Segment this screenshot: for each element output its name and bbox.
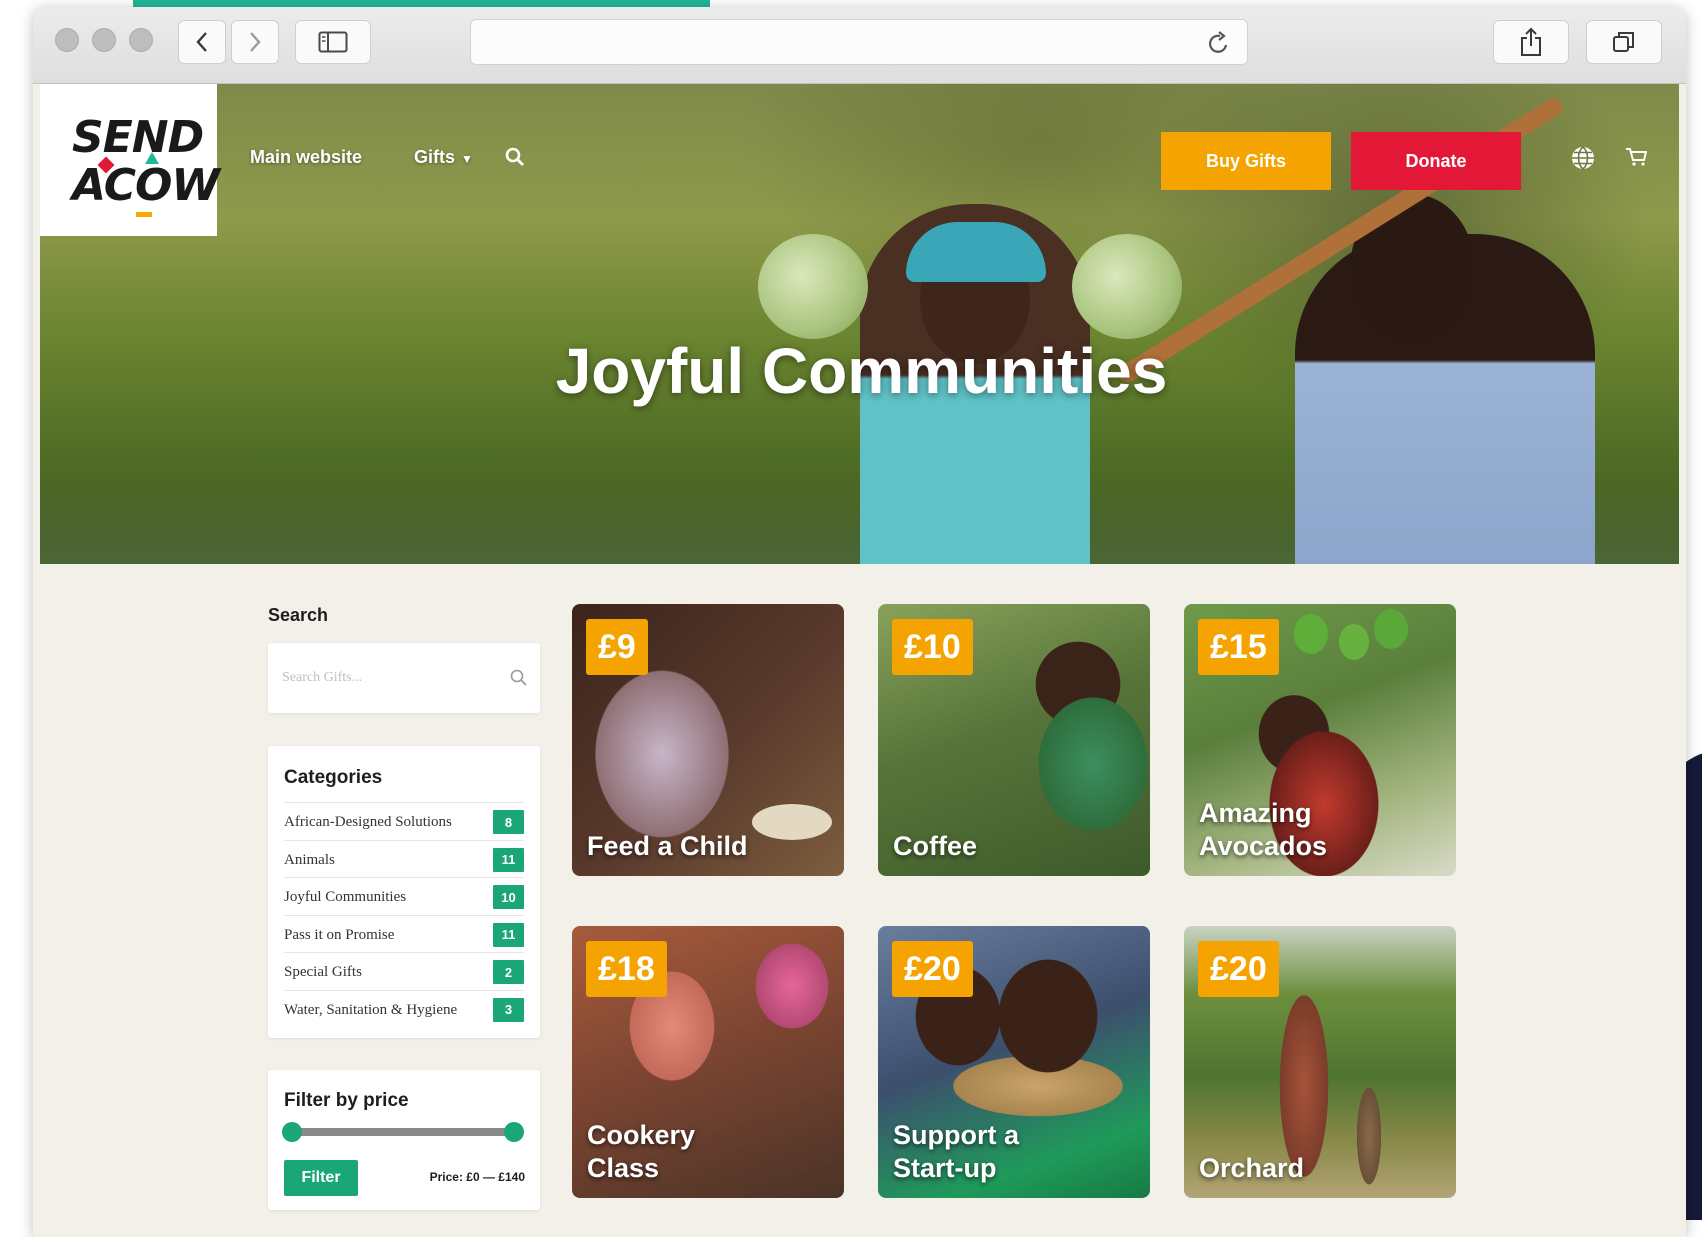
- gift-name: Amazing Avocados: [1199, 798, 1328, 861]
- forward-button[interactable]: [231, 20, 279, 64]
- gift-name: Cookery Class: [587, 1120, 696, 1183]
- gift-price-badge: £20: [892, 941, 973, 997]
- sidebar-toggle-button[interactable]: [295, 20, 371, 64]
- category-count-badge: 2: [493, 960, 524, 984]
- category-item[interactable]: Joyful Communities 10: [284, 877, 524, 915]
- reload-icon[interactable]: [1207, 30, 1231, 56]
- price-slider-min-handle[interactable]: [282, 1122, 302, 1142]
- buy-gifts-button[interactable]: Buy Gifts: [1161, 132, 1331, 190]
- gift-tile[interactable]: £15 Amazing Avocados: [1184, 604, 1456, 876]
- price-filter-card: Filter by price Filter Price: £0 — £140: [268, 1070, 540, 1210]
- gift-price-badge: £10: [892, 619, 973, 675]
- gift-tile[interactable]: £20 Support a Start-up: [878, 926, 1150, 1198]
- tabs-icon: [1613, 32, 1634, 52]
- gift-price-badge: £9: [586, 619, 648, 675]
- price-slider-max-handle[interactable]: [504, 1122, 524, 1142]
- category-count-badge: 8: [493, 810, 524, 834]
- categories-card: Categories African-Designed Solutions 8 An…: [268, 746, 540, 1038]
- decorative-teal-strip: [133, 0, 710, 7]
- nav-main-website[interactable]: Main website: [250, 147, 362, 168]
- gift-price-badge: £15: [1198, 619, 1279, 675]
- share-button[interactable]: [1493, 20, 1569, 64]
- browser-toolbar: [33, 7, 1686, 84]
- logo-green-triangle: [145, 152, 159, 164]
- chevron-left-icon: [196, 32, 207, 52]
- browser-window: SEND ACOW Main website Gifts ▼ Buy Gifts …: [33, 7, 1686, 1237]
- gift-price-badge: £18: [586, 941, 667, 997]
- category-name: Pass it on Promise: [284, 926, 395, 943]
- filter-button[interactable]: Filter: [284, 1160, 358, 1196]
- search-icon[interactable]: [510, 669, 528, 687]
- chevron-right-icon: [250, 32, 261, 52]
- site-logo[interactable]: SEND ACOW: [40, 84, 220, 236]
- category-item[interactable]: African-Designed Solutions 8: [284, 802, 524, 840]
- category-count-badge: 10: [493, 885, 524, 909]
- search-label: Search: [268, 605, 329, 625]
- hero-cabbage-right: [1072, 234, 1182, 339]
- tabs-button[interactable]: [1586, 20, 1662, 64]
- category-count-badge: 3: [493, 997, 524, 1022]
- logo-yellow-bar: [136, 212, 152, 217]
- donate-button[interactable]: Donate: [1351, 132, 1521, 190]
- category-name: African-Designed Solutions: [284, 814, 452, 830]
- hero-banner: SEND ACOW Main website Gifts ▼ Buy Gifts …: [40, 84, 1679, 564]
- category-item[interactable]: Pass it on Promise 11: [284, 914, 524, 953]
- gift-name: Coffee: [893, 830, 978, 861]
- close-window-button[interactable]: [55, 28, 79, 52]
- search-input[interactable]: [282, 665, 502, 691]
- cart-icon[interactable]: [1625, 147, 1647, 167]
- category-name: Water, Sanitation & Hygiene: [284, 1001, 458, 1018]
- address-bar[interactable]: [470, 19, 1248, 65]
- category-name: Animals: [284, 851, 335, 868]
- gift-name: Support a Start-up: [893, 1120, 1019, 1183]
- share-icon: [1521, 27, 1541, 56]
- price-filter-title: Filter by price: [284, 1090, 409, 1111]
- category-count-badge: 11: [493, 847, 524, 872]
- gift-name: Orchard: [1199, 1152, 1305, 1183]
- hero-headwrap: [906, 222, 1046, 282]
- category-item[interactable]: Water, Sanitation & Hygiene 3: [284, 989, 524, 1028]
- gift-tile[interactable]: £20 Orchard: [1184, 926, 1456, 1198]
- search-icon[interactable]: [505, 147, 525, 167]
- back-button[interactable]: [178, 20, 226, 64]
- caret-down-icon: ▼: [461, 152, 473, 166]
- photo-avocado: [1339, 624, 1369, 660]
- price-slider-track[interactable]: [292, 1128, 514, 1136]
- web-page: SEND ACOW Main website Gifts ▼ Buy Gifts …: [40, 84, 1679, 1237]
- category-name: Special Gifts: [284, 964, 362, 980]
- gift-tile[interactable]: £10 Coffee: [878, 604, 1150, 876]
- logo-text-line2: ACOW: [72, 160, 220, 211]
- categories-title: Categories: [284, 767, 383, 788]
- hero-cabbage-left: [758, 234, 868, 339]
- globe-icon[interactable]: [1570, 145, 1596, 171]
- price-range-text: Price: £0 — £140: [429, 1170, 525, 1184]
- search-field[interactable]: [268, 643, 540, 713]
- nav-gifts-label: Gifts: [414, 147, 456, 167]
- sidebar-icon: [318, 31, 348, 53]
- gift-tile[interactable]: £18 Cookery Class: [572, 926, 844, 1198]
- hero-title: Joyful Communities: [555, 335, 1168, 407]
- photo-avocado: [1374, 609, 1408, 649]
- category-name: Joyful Communities: [284, 889, 407, 905]
- gift-price-badge: £20: [1198, 941, 1279, 997]
- gift-tile[interactable]: £9 Feed a Child: [572, 604, 844, 876]
- category-item[interactable]: Special Gifts 2: [284, 952, 524, 990]
- category-item[interactable]: Animals 11: [284, 839, 524, 878]
- logo-text-line1: SEND: [72, 112, 204, 163]
- nav-gifts[interactable]: Gifts ▼: [414, 147, 473, 168]
- category-count-badge: 11: [493, 922, 524, 947]
- photo-avocado: [1294, 614, 1328, 654]
- minimize-window-button[interactable]: [92, 28, 116, 52]
- gift-name: Feed a Child: [587, 830, 748, 861]
- zoom-window-button[interactable]: [129, 28, 153, 52]
